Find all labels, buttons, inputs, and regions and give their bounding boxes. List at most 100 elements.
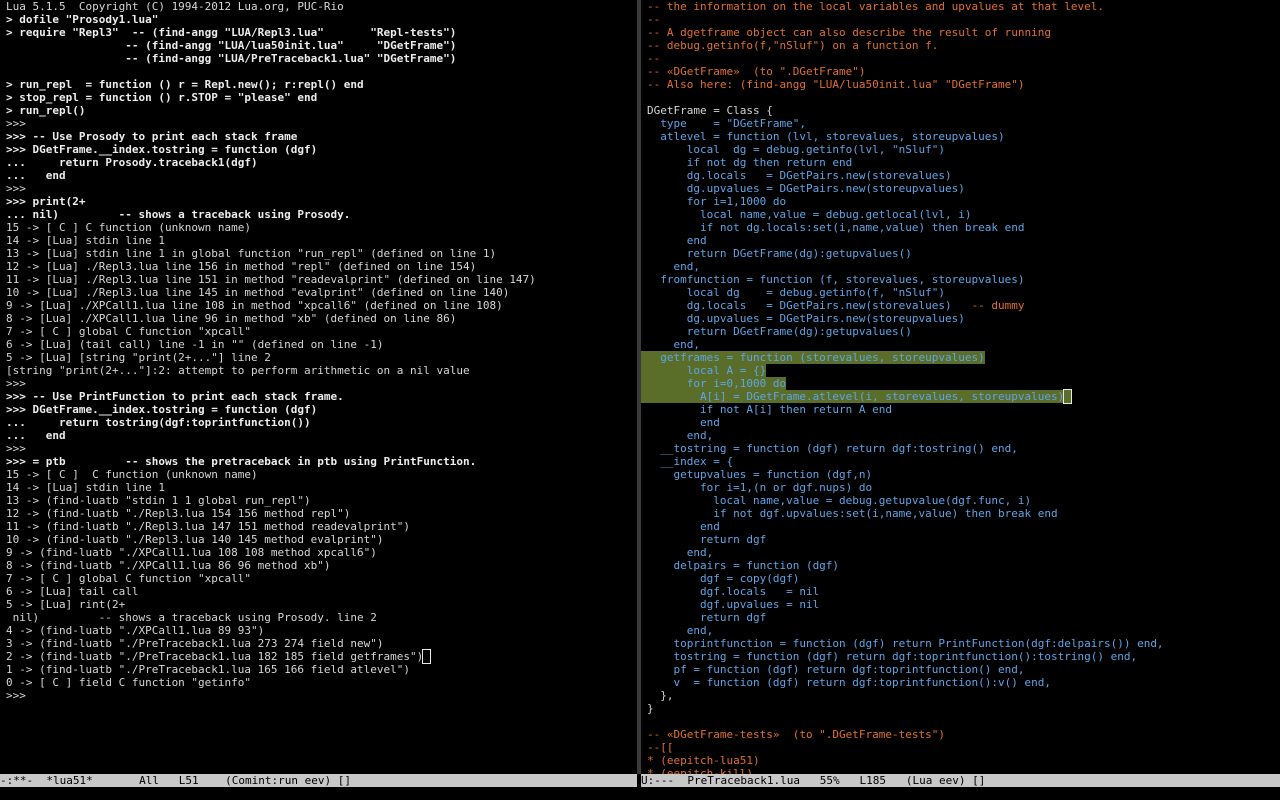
code-line: Lua 5.1.5 Copyright (C) 1994-2012 Lua.or… [0,0,637,13]
code-line: 5 -> [Lua] [string "print(2+..."] line 2 [0,351,637,364]
code-line-text: }, [647,689,674,702]
code-line-text: -- the information on the local variable… [647,0,1104,13]
modeline-right[interactable]: U:--- PreTraceback1.lua 55% L185 (Lua ee… [641,774,1280,787]
code-line: * (eepitch-kill) [641,767,1280,774]
code-line: -- [641,52,1280,65]
code-line: >>> [0,442,637,455]
code-line: local name,value = debug.getlocal(lvl, i… [641,208,1280,221]
code-line-text: ... end [6,429,66,442]
code-line: 15 -> [ C ] C function (unknown name) [0,468,637,481]
code-line: ... nil) -- shows a traceback using Pros… [0,208,637,221]
code-line-text: end, [647,338,700,351]
code-line-text: 15 -> [ C ] C function (unknown name) [6,468,258,481]
code-line-text: >>> DGetFrame.__index.tostring = functio… [6,143,318,156]
modeline-left[interactable]: -:**- *lua51* All L51 (Comint:run eev) [… [0,774,637,787]
code-line: A[i] = DGetFrame.atlevel(i, storevalues,… [641,389,1280,404]
code-line-text: 8 -> (find-luatb "./XPCall1.lua 86 96 me… [6,559,331,572]
code-line-text: >>> DGetFrame.__index.tostring = functio… [6,403,318,416]
code-line: ... return tostring(dgf:toprintfunction(… [0,416,637,429]
code-line-text: 14 -> [Lua] stdin line 1 [6,234,165,247]
code-line-text: end, [647,429,714,442]
code-line: end, [641,260,1280,273]
code-line-text: atlevel = function (lvl, storevalues, st… [647,130,1005,143]
code-line: 10 -> (find-luatb "./Repl3.lua 140 145 m… [0,533,637,546]
region-highlight: local A = {} [641,364,767,377]
code-line: >>> [0,377,637,390]
code-line: dg.upvalues = DGetPairs.new(storeupvalue… [641,182,1280,195]
code-line-text: if not A[i] then return A end [647,403,893,416]
code-line: 13 -> [Lua] stdin line 1 in global funct… [0,247,637,260]
code-line: -- Also here: (find-angg "LUA/lua50init.… [641,78,1280,91]
code-line: __tostring = function (dgf) return dgf:t… [641,442,1280,455]
code-line: end [641,416,1280,429]
code-line: 1 -> (find-luatb "./PreTraceback1.lua 16… [0,663,637,676]
code-line: dg.upvalues = DGetPairs.new(storeupvalue… [641,312,1280,325]
code-line-text: --[[ [647,741,674,754]
code-line-text: dg.locals = DGetPairs.new(storevalues) [647,169,952,182]
code-line: 8 -> [Lua] ./XPCall1.lua line 96 in meth… [0,312,637,325]
code-line: > run_repl() [0,104,637,117]
code-line: 7 -> [ C ] global C function "xpcall" [0,572,637,585]
code-line-text: pf = function (dgf) return dgf:toprintfu… [647,663,1025,676]
pretraceback-source-buffer[interactable]: -- the information on the local variable… [641,0,1280,774]
code-line-text: tostring = function (dgf) return dgf:top… [647,650,1138,663]
code-line-text: -- [647,13,661,26]
code-line-text: >>> [6,689,26,702]
code-line-text: 7 -> [ C ] global C function "xpcall" [6,325,252,338]
code-line-text: -- (find-angg "LUA/PreTraceback1.lua" "D… [6,52,457,65]
code-line-text: >>> [6,182,26,195]
code-line: ... end [0,429,637,442]
code-line: return dgf [641,611,1280,624]
code-line-text: [string "print(2+..."]:2: attempt to per… [6,364,470,377]
code-line-text: dg.upvalues = DGetPairs.new(storeupvalue… [647,312,965,325]
code-line-text: -- (find-angg "LUA/lua50init.lua" "DGetF… [6,39,457,52]
code-line-text: return DGetFrame(dg):getupvalues() [647,247,912,260]
code-line-text: for i=1,(n or dgf.nups) do [647,481,873,494]
code-line-text: if not dg then return end [647,156,853,169]
code-line-text: delpairs = function (dgf) [647,559,840,572]
code-line-text: -- A dgetframe object can also describe … [647,26,1051,39]
code-line: toprintfunction = function (dgf) return … [641,637,1280,650]
code-line: -- the information on the local variable… [641,0,1280,13]
code-line: >>> -- Use Prosody to print each stack f… [0,130,637,143]
code-line: nil) -- shows a traceback using Prosody.… [0,611,637,624]
code-line: dg.locals = DGetPairs.new(storevalues) [641,169,1280,182]
code-line-text: if not dg.locals:set(i,name,value) then … [647,221,1025,234]
lua-repl-buffer[interactable]: Lua 5.1.5 Copyright (C) 1994-2012 Lua.or… [0,0,637,774]
code-line-text: fromfunction = function (f, storevalues,… [647,273,1025,286]
code-line: >>> DGetFrame.__index.tostring = functio… [0,143,637,156]
code-line-text: >>> [6,117,26,130]
code-line: 9 -> (find-luatb "./XPCall1.lua 108 108 … [0,546,637,559]
code-line: >>> [0,689,637,702]
inline-comment: -- dummy [971,299,1025,312]
code-line: 7 -> [ C ] global C function "xpcall" [0,325,637,338]
code-line-text: 15 -> [ C ] C function (unknown name) [6,221,252,234]
echo-area[interactable] [0,787,1280,800]
code-line-text: local A = {} [647,364,767,377]
code-line-text: 13 -> (find-luatb "stdin 1 1 global run_… [6,494,311,507]
code-line: getframes = function (storevalues, store… [641,351,1280,364]
code-line-text: __index = { [647,455,734,468]
code-line-text: A[i] = DGetFrame.atlevel(i, storevalues,… [647,390,1065,403]
region-highlight: A[i] = DGetFrame.atlevel(i, storevalues,… [641,389,1072,404]
code-line-text: >>> = ptb -- shows the pretraceback in p… [6,455,477,468]
code-line: 0 -> [ C ] field C function "getinfo" [0,676,637,689]
code-line-text: toprintfunction = function (dgf) return … [647,637,1164,650]
code-line: > dofile "Prosody1.lua" [0,13,637,26]
code-line: return dgf [641,533,1280,546]
code-line: end [641,520,1280,533]
code-line: __index = { [641,455,1280,468]
code-line-text: 6 -> [Lua] tail call [6,585,139,598]
text-cursor [1063,389,1072,404]
code-line-text: 12 -> [Lua] ./Repl3.lua line 156 in meth… [6,260,477,273]
code-line-text: 5 -> [Lua] rint(2+ [6,598,126,611]
code-line: return DGetFrame(dg):getupvalues() [641,247,1280,260]
code-line: type = "DGetFrame", [641,117,1280,130]
code-line-text: end [647,234,707,247]
code-line-text: v = function (dgf) return dgf:toprintfun… [647,676,1051,689]
code-line-text: dgf.locals = nil [647,585,820,598]
code-line: atlevel = function (lvl, storevalues, st… [641,130,1280,143]
code-line: local dg = debug.getinfo(lvl, "nSluf") [641,143,1280,156]
code-line: 5 -> [Lua] rint(2+ [0,598,637,611]
